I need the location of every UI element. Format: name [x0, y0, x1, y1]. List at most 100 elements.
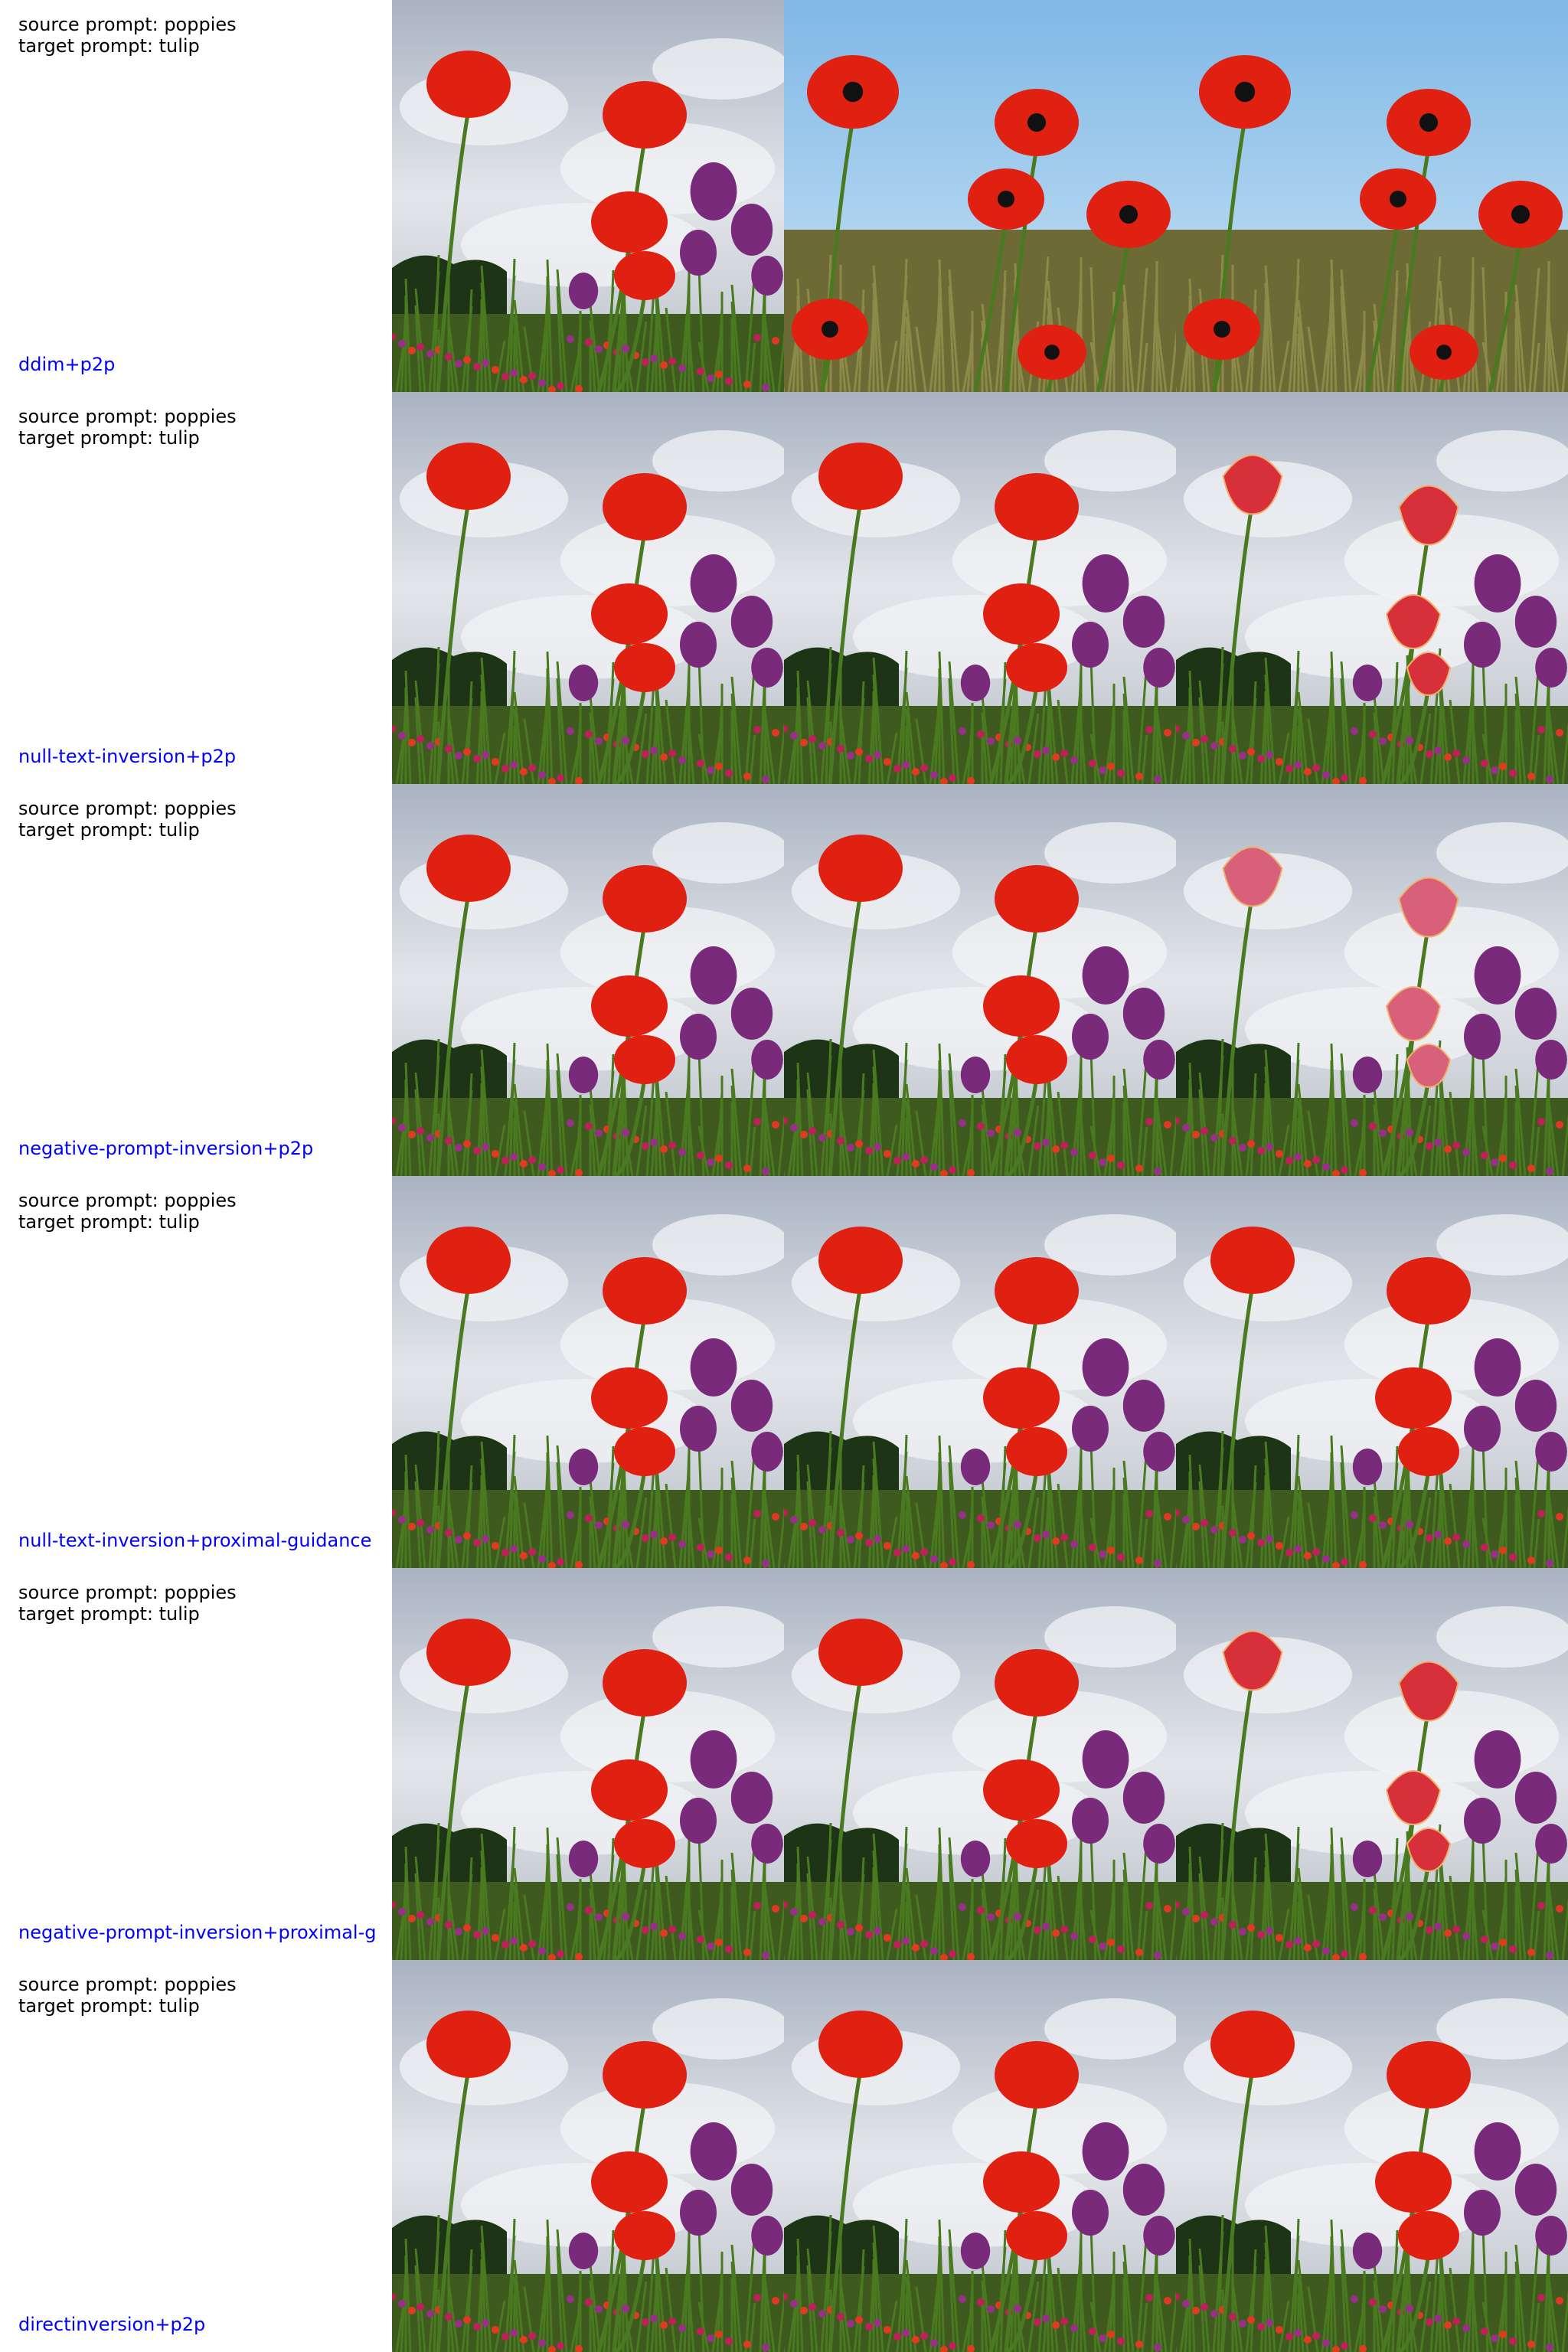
meadow-flower: [642, 1926, 649, 1934]
purple-bloom: [730, 1772, 773, 1824]
meadow-flower: [1200, 1519, 1208, 1527]
meadow-flower: [1182, 1516, 1190, 1524]
cloud-shape: [1436, 822, 1568, 884]
meadow-flower: [585, 2298, 593, 2306]
meadow-flower: [1257, 1931, 1265, 1939]
purple-bloom: [960, 2233, 991, 2269]
poppy-center: [1119, 204, 1138, 224]
meadow-flower: [501, 765, 509, 773]
meadow-flower: [912, 1552, 920, 1560]
meadow-flower: [678, 364, 686, 372]
meadow-flower: [398, 732, 406, 740]
flower-field-picture: [392, 784, 784, 1176]
meadow-flower: [1491, 1942, 1498, 1950]
purple-bloom: [568, 1449, 599, 1485]
purple-bloom: [680, 2190, 717, 2236]
meadow-flower: [1070, 2324, 1078, 2332]
meadow-flower: [445, 745, 452, 753]
meadow-flower: [1285, 765, 1293, 773]
meadow-flower: [650, 1922, 658, 1930]
purple-bloom: [1352, 665, 1383, 701]
meadow-flower: [1060, 1534, 1068, 1541]
purple-bloom: [1072, 2190, 1109, 2236]
meadow-flower: [1034, 1142, 1041, 1150]
meadow-flower: [1322, 771, 1330, 779]
meadow-flower: [567, 1511, 574, 1519]
meadow-flower: [1107, 2331, 1115, 2338]
meadow-flower: [1182, 1908, 1190, 1916]
meadow-flower: [847, 1928, 854, 1936]
meadow-flower: [1042, 1138, 1050, 1146]
poppy-center: [1436, 345, 1452, 360]
meadow-flower: [678, 1148, 686, 1156]
source-prompt-text: source prompt: poppies: [18, 1190, 237, 1211]
meadow-flower: [660, 1145, 668, 1153]
meadow-flower: [1210, 1918, 1218, 1926]
meadow-flower: [473, 1539, 481, 1547]
meadow-flower: [808, 1519, 816, 1527]
meadow-flower: [772, 1905, 779, 1913]
meadow-flower: [920, 1156, 928, 1164]
meadow-flower: [1556, 1513, 1563, 1521]
meadow-flower: [697, 1152, 704, 1159]
meadow-flower: [1527, 1557, 1535, 1564]
meadow-flower: [1546, 2344, 1553, 2351]
meadow-flower: [707, 374, 714, 382]
meadow-flower: [1135, 1165, 1143, 1172]
purple-bloom: [960, 665, 991, 701]
purple-bloom: [730, 204, 773, 256]
meadow-flower: [1322, 1163, 1330, 1171]
target-prompt-text: target prompt: tulip: [18, 819, 200, 841]
meadow-flower: [790, 732, 798, 740]
purple-bloom: [1474, 2122, 1521, 2180]
meadow-flower: [855, 748, 863, 756]
meadow-flower: [1556, 729, 1563, 737]
meadow-flower: [1434, 746, 1442, 754]
meadow-flower: [1200, 1911, 1208, 1919]
meadow-flower: [1135, 1949, 1143, 1956]
meadow-flower: [482, 1535, 489, 1543]
meadow-flower: [1341, 1558, 1348, 1566]
purple-bloom: [1122, 1772, 1165, 1824]
poppy-center: [1044, 345, 1060, 360]
meadow-flower: [1070, 1148, 1078, 1156]
meadow-flower: [557, 1558, 564, 1566]
meadow-flower: [1200, 2303, 1208, 2311]
meadow-flower: [902, 1545, 910, 1553]
poppy-bloom: [1006, 2211, 1067, 2260]
meadow-flower: [398, 1908, 406, 1916]
meadow-flower: [1426, 2318, 1433, 2326]
meadow-flower: [1014, 1129, 1021, 1136]
poppy-bloom: [591, 583, 668, 645]
meadow-flower: [416, 1911, 424, 1919]
meadow-flower: [715, 2331, 723, 2338]
meadow-flower: [1229, 1921, 1236, 1929]
row-label-panel: source prompt: poppies target prompt: tul…: [0, 392, 392, 784]
meadow-flower: [557, 382, 564, 390]
meadow-flower: [930, 1163, 938, 1171]
meadow-flower: [977, 2298, 985, 2306]
meadow-flower: [426, 2310, 434, 2318]
meadow-flower: [408, 2307, 416, 2314]
poppy-bloom: [614, 1427, 675, 1476]
meadow-flower: [445, 1529, 452, 1537]
poppy-bloom: [995, 473, 1079, 541]
meadow-flower: [725, 2337, 733, 2345]
purple-bloom: [1082, 1730, 1129, 1788]
meadow-flower: [678, 2324, 686, 2332]
meadow-flower: [930, 771, 938, 779]
comparison-row: source prompt: poppies target prompt: tul…: [0, 392, 1568, 784]
meadow-flower: [398, 340, 406, 348]
meadow-flower: [987, 1521, 995, 1529]
meadow-flower: [1107, 1939, 1115, 1946]
poppy-bloom: [614, 2211, 675, 2260]
meadow-flower: [1182, 732, 1190, 740]
meadow-flower: [408, 1131, 416, 1138]
meadow-flower: [473, 1147, 481, 1155]
meadow-flower: [1527, 773, 1535, 780]
purple-bloom: [690, 2122, 737, 2180]
meadow-flower: [408, 347, 416, 354]
meadow-flower: [1452, 1926, 1460, 1933]
meadow-flower: [1379, 1129, 1387, 1137]
meadow-flower: [1107, 763, 1115, 770]
